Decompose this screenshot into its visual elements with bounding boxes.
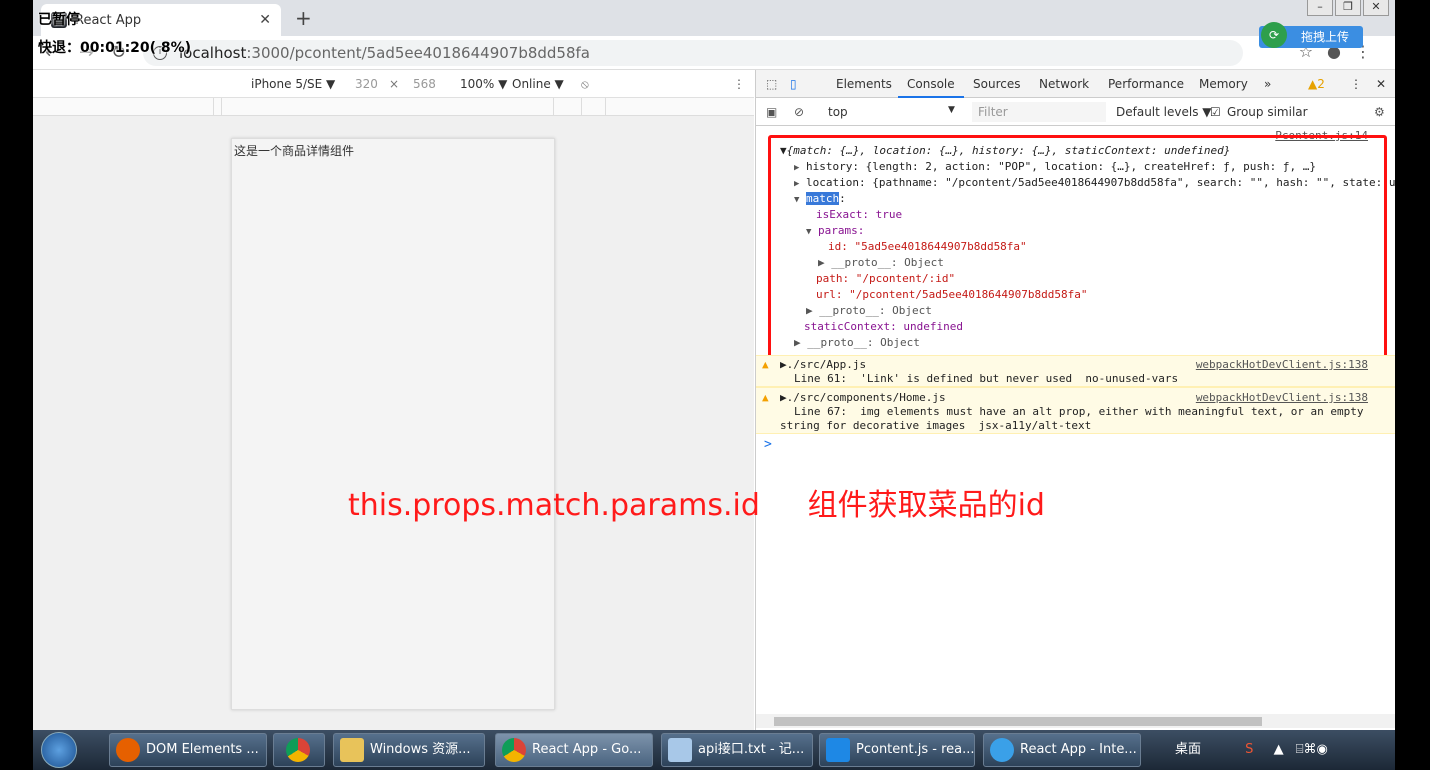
taskbar-item-notepad[interactable]: api接口.txt - 记... <box>661 733 813 767</box>
start-button[interactable] <box>41 732 77 768</box>
device-pane: iPhone 5/SE ▼ 320 × 568 100% ▼ Online ▼ … <box>33 70 754 730</box>
console-toolbar: ▣ ⊘ top ▼ Filter Default levels ▼ ☑ Grou… <box>756 98 1395 126</box>
taskbar-item-chrome[interactable] <box>273 733 325 767</box>
tray-arrow-icon[interactable]: ▲ <box>1274 742 1284 757</box>
horizontal-scrollbar[interactable] <box>756 714 1395 728</box>
warning-count[interactable]: ▲2 <box>1308 77 1325 91</box>
chrome-icon <box>286 738 310 762</box>
sogou-icon[interactable]: S <box>1245 742 1253 757</box>
height-input[interactable]: 568 <box>413 77 436 91</box>
device-toolbar: iPhone 5/SE ▼ 320 × 568 100% ▼ Online ▼ … <box>33 70 754 98</box>
folder-icon <box>340 738 364 762</box>
tab-network[interactable]: Network <box>1039 77 1089 91</box>
taskbar-item-chrome-react[interactable]: React App - Go... <box>495 733 653 767</box>
taskbar-label: React App - Inte... <box>1020 742 1137 757</box>
taskbar-label: DOM Elements ... <box>146 742 259 757</box>
url-path: :3000/pcontent/5ad5ee4018644907b8dd58fa <box>246 44 590 62</box>
warning-file[interactable]: ▶./src/App.js <box>780 358 866 372</box>
close-tab-icon[interactable]: ✕ <box>259 12 271 28</box>
devtools-tabs: ⬚ ▯ Elements Console Sources Network Per… <box>756 70 1395 98</box>
more-tabs-icon[interactable]: » <box>1264 77 1271 91</box>
console-prompt[interactable]: > <box>764 438 772 452</box>
address-bar-row: ← → ↻ i localhost:3000/pcontent/5ad5ee40… <box>33 36 1395 70</box>
taskbar-item-vscode[interactable]: Pcontent.js - rea... <box>819 733 975 767</box>
notepad-icon <box>668 738 692 762</box>
levels-select[interactable]: Default levels ▼ <box>1116 105 1212 119</box>
tab-sources[interactable]: Sources <box>973 77 1020 91</box>
url-input[interactable]: i localhost:3000/pcontent/5ad5ee40186449… <box>143 40 1243 66</box>
taskbar-item-ie[interactable]: React App - Inte... <box>983 733 1141 767</box>
rotate-icon[interactable]: ⦸ <box>581 77 589 92</box>
settings-gear-icon[interactable]: ⚙ <box>1374 105 1385 119</box>
group-similar-checkbox[interactable]: ☑ <box>1210 105 1221 119</box>
restore-icon[interactable]: ❐ <box>1335 0 1361 16</box>
scrollbar-thumb[interactable] <box>774 717 1262 726</box>
upload-button[interactable]: ⟳ 拖拽上传 <box>1259 22 1363 48</box>
window-controls: – ❐ ✕ <box>1307 0 1389 16</box>
taskbar-label: Windows 资源... <box>370 742 471 757</box>
ie-icon <box>990 738 1014 762</box>
devtools-panel: ⬚ ▯ Elements Console Sources Network Per… <box>755 70 1395 730</box>
tab-memory[interactable]: Memory <box>1199 77 1248 91</box>
tab-elements[interactable]: Elements <box>836 77 892 91</box>
browser-window: ⚛ React App ✕ + – ❐ ✕ ← → ↻ i localhost:… <box>33 0 1395 730</box>
warning-text: Line 61: 'Link' is defined but never use… <box>794 372 1179 385</box>
device-select[interactable]: iPhone 5/SE ▼ <box>251 77 335 91</box>
warning-icon: ▲ <box>762 358 769 371</box>
warning-message: ▲ ▶./src/App.js webpackHotDevClient.js:1… <box>756 355 1395 387</box>
upload-label: 拖拽上传 <box>1301 30 1350 44</box>
tab-console[interactable]: Console <box>907 77 955 91</box>
taskbar-item-explorer[interactable]: Windows 资源... <box>333 733 485 767</box>
media-query-ruler <box>33 98 754 116</box>
context-dropdown-icon[interactable]: ▼ <box>948 105 955 115</box>
minimize-icon[interactable]: – <box>1307 0 1333 16</box>
taskbar-label: React App - Go... <box>532 742 642 757</box>
width-input[interactable]: 320 <box>355 77 378 91</box>
clear-console-icon[interactable]: ⊘ <box>794 105 804 119</box>
devtools-close-icon[interactable]: ✕ <box>1376 77 1386 91</box>
firefox-icon <box>116 738 140 762</box>
warning-message: ▲ ▶./src/components/Home.js webpackHotDe… <box>756 387 1395 434</box>
network-select[interactable]: Online ▼ <box>512 77 564 91</box>
warning-link[interactable]: webpackHotDevClient.js:138 <box>1196 391 1368 405</box>
warning-file[interactable]: ▶./src/components/Home.js <box>780 391 946 405</box>
chrome-icon <box>502 738 526 762</box>
recorder-paused-label: 已暂停 <box>38 12 80 28</box>
upload-logo-icon: ⟳ <box>1261 22 1287 48</box>
recorder-rewind-label: 快退：00:01:20( 8%) <box>38 40 192 56</box>
tab-title: React App <box>75 12 142 28</box>
warning-link[interactable]: webpackHotDevClient.js:138 <box>1196 358 1368 372</box>
desktop-toolbar[interactable]: 桌面 <box>1175 742 1201 757</box>
component-text: 这是一个商品详情组件 <box>234 144 355 158</box>
context-select[interactable]: top <box>828 105 848 119</box>
vscode-icon <box>826 738 850 762</box>
tray-icons[interactable]: ⌸⌘◉ <box>1296 742 1328 757</box>
devtools-menu-icon[interactable]: ⋮ <box>1350 77 1362 91</box>
close-window-icon[interactable]: ✕ <box>1363 0 1389 16</box>
device-viewport: 这是一个商品详情组件 <box>231 138 555 710</box>
tab-bar: ⚛ React App ✕ + – ❐ ✕ <box>33 0 1395 36</box>
taskbar: DOM Elements ... Windows 资源... React App… <box>33 730 1395 770</box>
sidebar-toggle-icon[interactable]: ▣ <box>766 105 777 119</box>
device-mode-icon[interactable]: ▯ <box>790 77 797 91</box>
dimension-times: × <box>389 77 400 91</box>
zoom-select[interactable]: 100% ▼ <box>460 77 507 91</box>
inspect-icon[interactable]: ⬚ <box>766 77 777 91</box>
taskbar-label: api接口.txt - 记... <box>698 742 805 757</box>
taskbar-label: Pcontent.js - rea... <box>856 742 975 757</box>
new-tab-icon[interactable]: + <box>295 6 312 30</box>
group-similar-label: Group similar <box>1227 105 1308 119</box>
warning-text-cont: string for decorative images jsx-a11y/al… <box>780 419 1092 432</box>
warning-text: Line 67: img elements must have an alt p… <box>794 405 1364 418</box>
more-options-icon[interactable]: ⋮ <box>733 77 745 91</box>
console-filter-input[interactable]: Filter <box>972 102 1106 122</box>
system-tray: 桌面 S ▲ ⌸⌘◉ <box>1175 733 1328 767</box>
warning-icon: ▲ <box>762 391 769 404</box>
taskbar-item-firefox[interactable]: DOM Elements ... <box>109 733 267 767</box>
annotation-overlay: this.props.match.params.id 组件获取菜品的id <box>348 488 1045 523</box>
tab-performance[interactable]: Performance <box>1108 77 1184 91</box>
highlight-box <box>768 135 1387 359</box>
console-output: Pcontent.js:14 ▼{match: {…}, location: {… <box>756 126 1395 716</box>
